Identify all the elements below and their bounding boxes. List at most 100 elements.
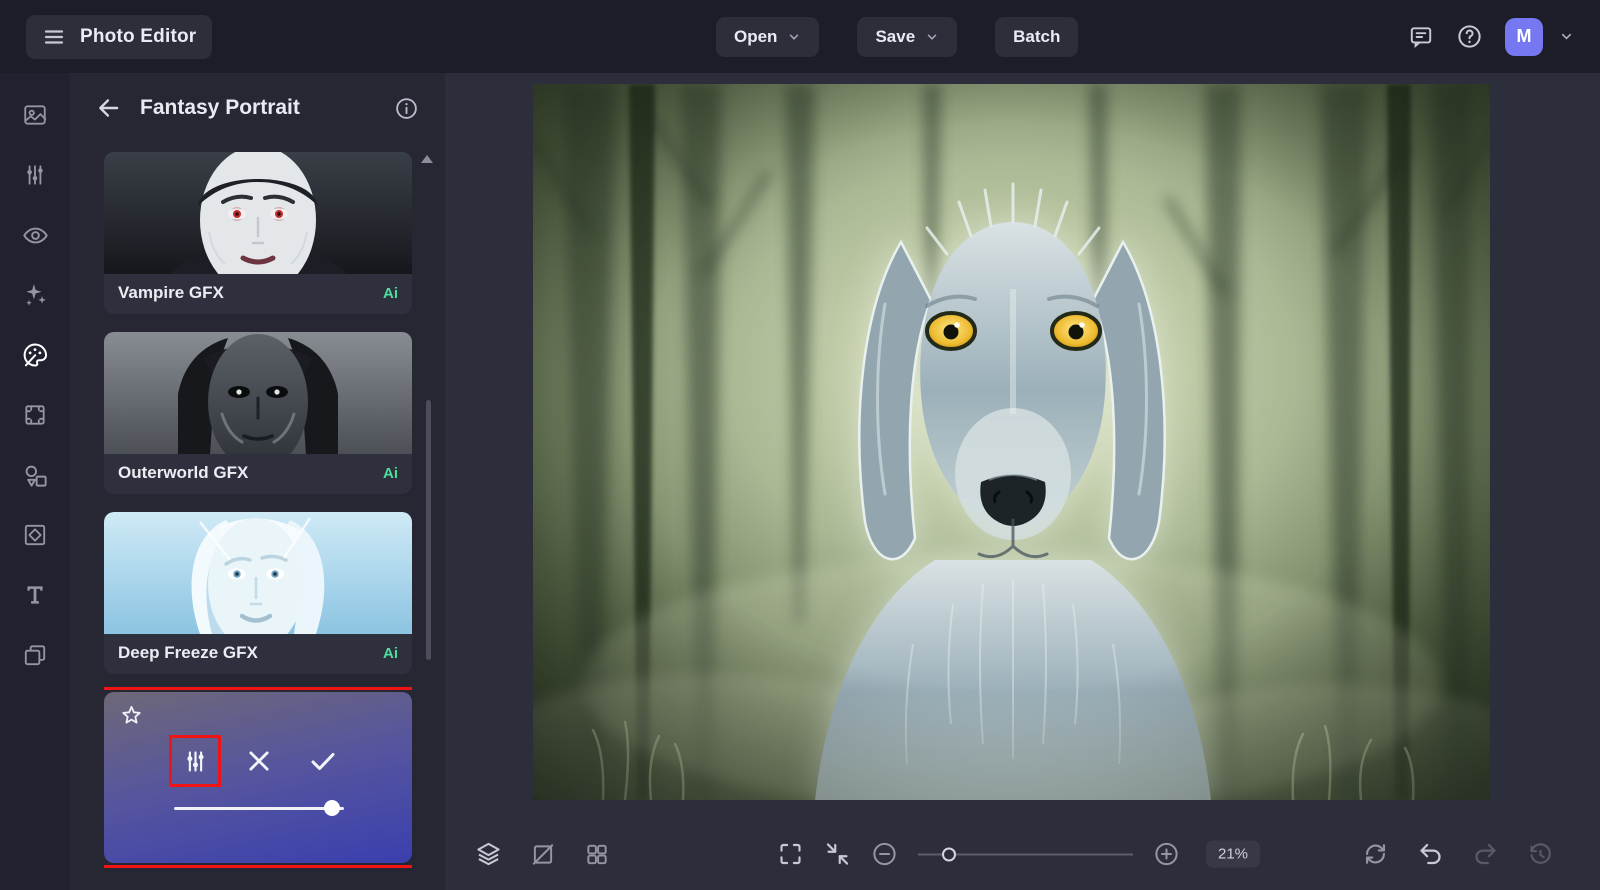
- rail-item-filters[interactable]: [0, 325, 70, 385]
- text-icon: [27, 586, 43, 604]
- filter-label: Deep Freeze GFX: [118, 643, 258, 662]
- feedback-button[interactable]: [1408, 24, 1434, 50]
- adjustments-icon: [27, 165, 43, 185]
- apply-icon: [311, 753, 335, 770]
- filter-label-row: Vampire GFX Ai: [104, 274, 412, 314]
- canvas-toolbar: 21%: [445, 818, 1600, 890]
- toolbar-history-group: [1362, 841, 1554, 868]
- frames-icon: [24, 524, 46, 546]
- filter-card-vampire[interactable]: Vampire GFX Ai: [104, 152, 412, 314]
- save-button-label: Save: [875, 26, 916, 46]
- effects-sparkles-icon: [26, 284, 46, 306]
- exit-fullscreen-button[interactable]: [824, 841, 851, 868]
- panel-scrollbar-thumb[interactable]: [426, 400, 431, 660]
- rail-item-overlays[interactable]: [0, 625, 70, 685]
- batch-button-label: Batch: [1013, 26, 1061, 46]
- avatar-menu-chevron-icon[interactable]: [1559, 29, 1574, 44]
- selected-filter-card[interactable]: [104, 687, 412, 868]
- avatar-initial: M: [1516, 26, 1532, 46]
- info-icon: [396, 97, 417, 119]
- toolbar-zoom-group: 21%: [777, 840, 1261, 868]
- filter-label: Outerworld GFX: [118, 463, 249, 482]
- filter-thumbnail-outerworld: [104, 332, 412, 454]
- rail-item-frames[interactable]: [0, 505, 70, 565]
- slider-track: [174, 807, 344, 810]
- transform-button[interactable]: [530, 841, 556, 867]
- zoom-in-icon: [1155, 842, 1178, 866]
- canvas-frame-icon: [25, 405, 45, 425]
- filter-card-deep-freeze[interactable]: Deep Freeze GFX Ai: [104, 512, 412, 674]
- fit-screen-icon: [780, 843, 801, 865]
- rail-item-text[interactable]: [0, 565, 70, 625]
- feedback-icon: [1410, 26, 1432, 48]
- adjust-settings-icon: [186, 750, 204, 772]
- batch-button[interactable]: Batch: [995, 16, 1079, 57]
- rail-item-elements[interactable]: [0, 445, 70, 505]
- panel-title: Fantasy Portrait: [140, 96, 300, 119]
- panel-header: Fantasy Portrait: [70, 73, 445, 135]
- zoom-out-icon: [873, 842, 896, 866]
- ai-badge: Ai: [383, 644, 398, 662]
- favorite-button[interactable]: [120, 704, 143, 727]
- undo-button[interactable]: [1417, 841, 1444, 868]
- reset-rotate-button[interactable]: [1362, 841, 1389, 868]
- exit-fullscreen-icon: [826, 843, 849, 865]
- avatar[interactable]: M: [1505, 17, 1543, 56]
- filter-panel: Fantasy Portrait Vampire GFX Ai Outerwor…: [70, 73, 445, 890]
- apply-button[interactable]: [304, 742, 342, 780]
- chevron-down-icon: [790, 33, 799, 40]
- filter-thumbnail-vampire: [104, 152, 412, 274]
- fit-screen-button[interactable]: [777, 841, 804, 868]
- rail-item-effects[interactable]: [0, 265, 70, 325]
- ai-badge: Ai: [383, 464, 398, 482]
- undo-icon: [1420, 843, 1441, 865]
- zoom-level-value: 21%: [1206, 840, 1261, 868]
- transform-icon: [532, 843, 554, 865]
- overlays-icon: [24, 645, 46, 666]
- zoom-slider-knob[interactable]: [941, 847, 956, 861]
- menu-icon: [44, 29, 64, 44]
- adjust-settings-button[interactable]: [169, 735, 221, 787]
- filter-card-outerworld[interactable]: Outerworld GFX Ai: [104, 332, 412, 494]
- filter-list: Vampire GFX Ai Outerworld GFX Ai Deep Fr…: [104, 152, 412, 890]
- open-button-label: Open: [734, 26, 778, 46]
- rail-item-canvas[interactable]: [0, 385, 70, 445]
- redo-button[interactable]: [1472, 841, 1499, 868]
- scroll-up-arrow[interactable]: [421, 155, 433, 163]
- zoom-out-button[interactable]: [871, 841, 898, 868]
- toolbar-left-group: [475, 841, 610, 868]
- help-icon: [1458, 25, 1481, 48]
- filter-thumbnail-deep-freeze: [104, 512, 412, 634]
- history-icon: [1530, 843, 1551, 864]
- save-button[interactable]: Save: [857, 16, 958, 57]
- back-button[interactable]: [96, 95, 122, 121]
- cancel-icon: [249, 751, 269, 771]
- cancel-button[interactable]: [240, 742, 278, 780]
- history-button[interactable]: [1527, 841, 1554, 868]
- redo-icon: [1475, 843, 1496, 865]
- layers-icon: [477, 842, 500, 866]
- favorite-star-icon: [122, 705, 141, 724]
- rail-item-preview[interactable]: [0, 205, 70, 265]
- menu-button[interactable]: [42, 25, 66, 49]
- filter-label-row: Outerworld GFX Ai: [104, 454, 412, 494]
- help-button[interactable]: [1456, 23, 1483, 50]
- zoom-in-button[interactable]: [1153, 841, 1180, 868]
- filter-label: Vampire GFX: [118, 283, 224, 302]
- grid-view-button[interactable]: [584, 841, 610, 867]
- rail-item-adjustments[interactable]: [0, 145, 70, 205]
- info-button[interactable]: [394, 96, 419, 121]
- topbar-right-controls: M: [1408, 17, 1574, 56]
- layers-button[interactable]: [475, 841, 502, 868]
- main-row: Fantasy Portrait Vampire GFX Ai Outerwor…: [0, 73, 1600, 890]
- edited-image-canvas[interactable]: [533, 84, 1490, 800]
- ai-badge: Ai: [383, 284, 398, 302]
- slider-knob[interactable]: [324, 800, 341, 816]
- open-button[interactable]: Open: [716, 16, 820, 57]
- photos-icon: [24, 105, 47, 125]
- filter-label-row: Deep Freeze GFX Ai: [104, 634, 412, 674]
- filter-strength-slider[interactable]: [174, 800, 344, 816]
- selected-filter-actions: [169, 735, 396, 787]
- rail-item-photos[interactable]: [0, 85, 70, 145]
- zoom-slider[interactable]: [918, 846, 1133, 862]
